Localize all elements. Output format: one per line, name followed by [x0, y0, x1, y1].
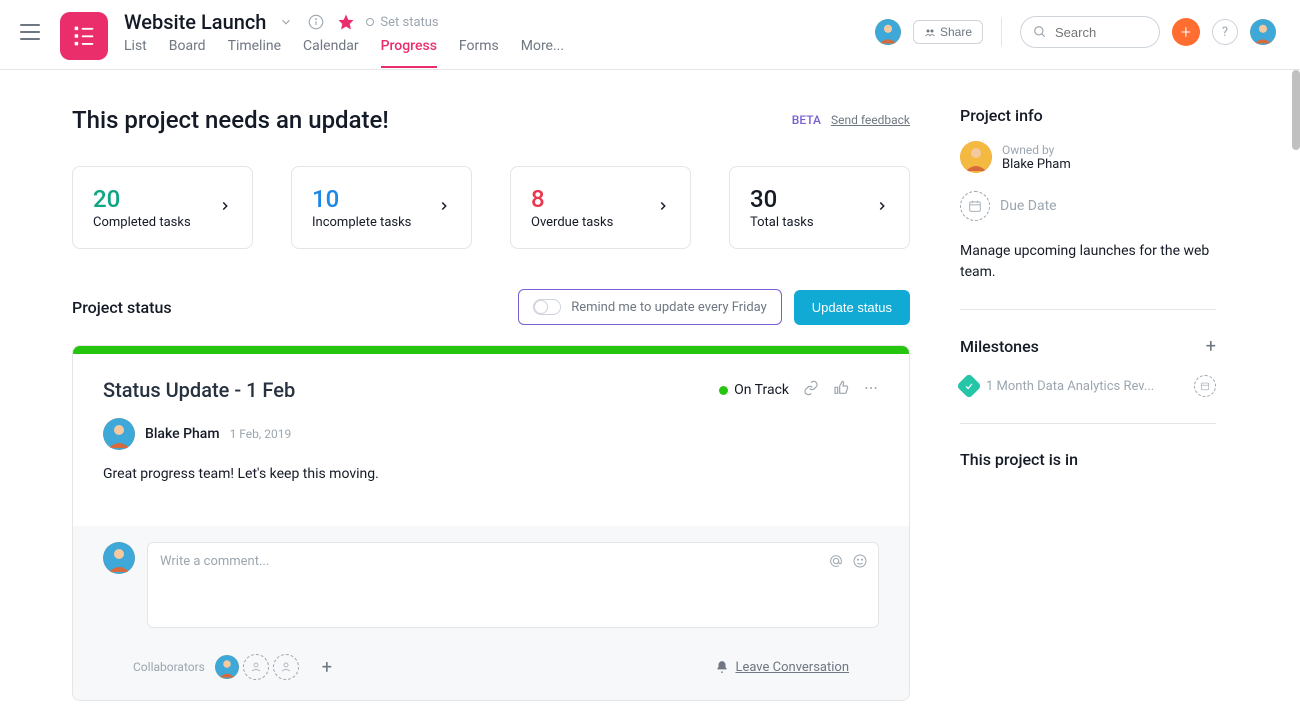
set-status-button[interactable]: Set status [366, 15, 438, 30]
chevron-right-icon [218, 199, 232, 217]
collaborators-label: Collaborators [133, 660, 205, 674]
app-header: Website Launch Set status List Board Tim… [0, 0, 1300, 70]
author-avatar[interactable] [103, 418, 135, 450]
owned-by-label: Owned by [1002, 143, 1071, 157]
thumbs-up-icon[interactable] [833, 380, 849, 400]
author-row: Blake Pham 1 Feb, 2019 [103, 418, 879, 450]
tab-board[interactable]: Board [169, 38, 206, 68]
search-field[interactable] [1055, 25, 1145, 40]
status-state: On Track [719, 382, 789, 398]
owner-name: Blake Pham [1002, 157, 1071, 172]
update-status-button[interactable]: Update status [794, 290, 910, 325]
menu-toggle-icon[interactable] [20, 24, 40, 40]
tab-more[interactable]: More... [521, 38, 564, 68]
status-bar [73, 346, 909, 354]
milestones-title: Milestones [960, 337, 1039, 356]
milestone-due-icon[interactable] [1194, 375, 1216, 397]
status-body-text: Great progress team! Let's keep this mov… [103, 466, 879, 482]
more-icon[interactable] [863, 380, 879, 400]
milestones-head: Milestones + [960, 336, 1216, 357]
comment-area: Write a comment... Collaborators + [73, 526, 909, 700]
empty-collaborator-icon[interactable] [273, 654, 299, 680]
remind-label: Remind me to update every Friday [571, 300, 767, 315]
stat-overdue[interactable]: 8Overdue tasks [510, 166, 691, 249]
project-title[interactable]: Website Launch [124, 10, 266, 34]
stat-incomplete[interactable]: 10Incomplete tasks [291, 166, 472, 249]
tab-list[interactable]: List [124, 38, 147, 68]
author-name: Blake Pham [145, 426, 220, 442]
leave-conversation-button[interactable]: Leave Conversation [715, 660, 849, 675]
help-button[interactable]: ? [1212, 19, 1238, 45]
status-card: Status Update - 1 Feb On Track Blake Pha… [72, 345, 910, 701]
comment-input[interactable]: Write a comment... [147, 542, 879, 628]
collaborators-row: Collaborators + Leave Conversation [103, 644, 879, 680]
chevron-right-icon [875, 199, 889, 217]
author-date: 1 Feb, 2019 [230, 427, 292, 441]
beta-feedback: BETA Send feedback [792, 113, 910, 127]
search-icon [1033, 25, 1047, 39]
emoji-icon[interactable] [852, 553, 868, 573]
chevron-right-icon [656, 199, 670, 217]
remind-toggle-box: Remind me to update every Friday [518, 289, 782, 325]
divider [960, 309, 1216, 310]
due-date-row[interactable]: Due Date [960, 191, 1216, 221]
chevron-right-icon [437, 199, 451, 217]
tab-timeline[interactable]: Timeline [228, 38, 281, 68]
empty-collaborator-icon[interactable] [243, 654, 269, 680]
right-column: Project info Owned by Blake Pham Due Dat… [960, 106, 1240, 701]
page-head: This project needs an update! BETA Send … [72, 106, 910, 134]
bell-icon [715, 660, 729, 674]
milestone-complete-icon [956, 373, 981, 398]
status-update-title: Status Update - 1 Feb [103, 378, 295, 402]
owner-row[interactable]: Owned by Blake Pham [960, 141, 1216, 173]
page-heading: This project needs an update! [72, 106, 389, 134]
add-button[interactable]: + [1172, 18, 1200, 46]
tab-calendar[interactable]: Calendar [303, 38, 359, 68]
add-milestone-button[interactable]: + [1206, 336, 1216, 357]
commenter-avatar[interactable] [103, 542, 135, 574]
send-feedback-link[interactable]: Send feedback [831, 113, 910, 127]
header-right: Share + ? [875, 16, 1276, 48]
tab-progress[interactable]: Progress [381, 38, 437, 68]
search-input[interactable] [1020, 16, 1160, 48]
project-in-title: This project is in [960, 450, 1216, 469]
stat-completed[interactable]: 20Completed tasks [72, 166, 253, 249]
separator [1001, 18, 1002, 46]
project-tabs: List Board Timeline Calendar Progress Fo… [124, 38, 875, 68]
scrollbar[interactable] [1292, 70, 1300, 150]
star-icon[interactable] [336, 12, 356, 32]
project-icon[interactable] [60, 12, 108, 60]
stats-row: 20Completed tasks 10Incomplete tasks 8Ov… [72, 166, 910, 249]
title-area: Website Launch Set status List Board Tim… [124, 10, 875, 68]
main-content: This project needs an update! BETA Send … [60, 70, 1240, 701]
beta-badge: BETA [792, 113, 821, 127]
status-section-title: Project status [72, 298, 172, 317]
mention-icon[interactable] [828, 553, 844, 573]
tab-forms[interactable]: Forms [459, 38, 499, 68]
user-avatar[interactable] [1250, 19, 1276, 45]
info-icon[interactable] [306, 12, 326, 32]
owner-avatar [960, 141, 992, 173]
calendar-icon [960, 191, 990, 221]
link-icon[interactable] [803, 380, 819, 400]
divider [960, 423, 1216, 424]
milestone-item[interactable]: 1 Month Data Analytics Rev... [960, 375, 1216, 397]
chevron-down-icon[interactable] [276, 12, 296, 32]
project-info-title: Project info [960, 106, 1216, 125]
stat-total[interactable]: 30Total tasks [729, 166, 910, 249]
member-avatar[interactable] [875, 19, 901, 45]
left-column: This project needs an update! BETA Send … [60, 106, 960, 701]
add-collaborator-button[interactable]: + [315, 655, 339, 679]
share-button[interactable]: Share [913, 20, 983, 44]
status-head: Project status Remind me to update every… [72, 289, 910, 325]
due-date-label: Due Date [1000, 198, 1057, 214]
collaborator-avatar[interactable] [215, 655, 239, 679]
project-description[interactable]: Manage upcoming launches for the web tea… [960, 241, 1216, 283]
remind-toggle[interactable] [533, 299, 561, 315]
